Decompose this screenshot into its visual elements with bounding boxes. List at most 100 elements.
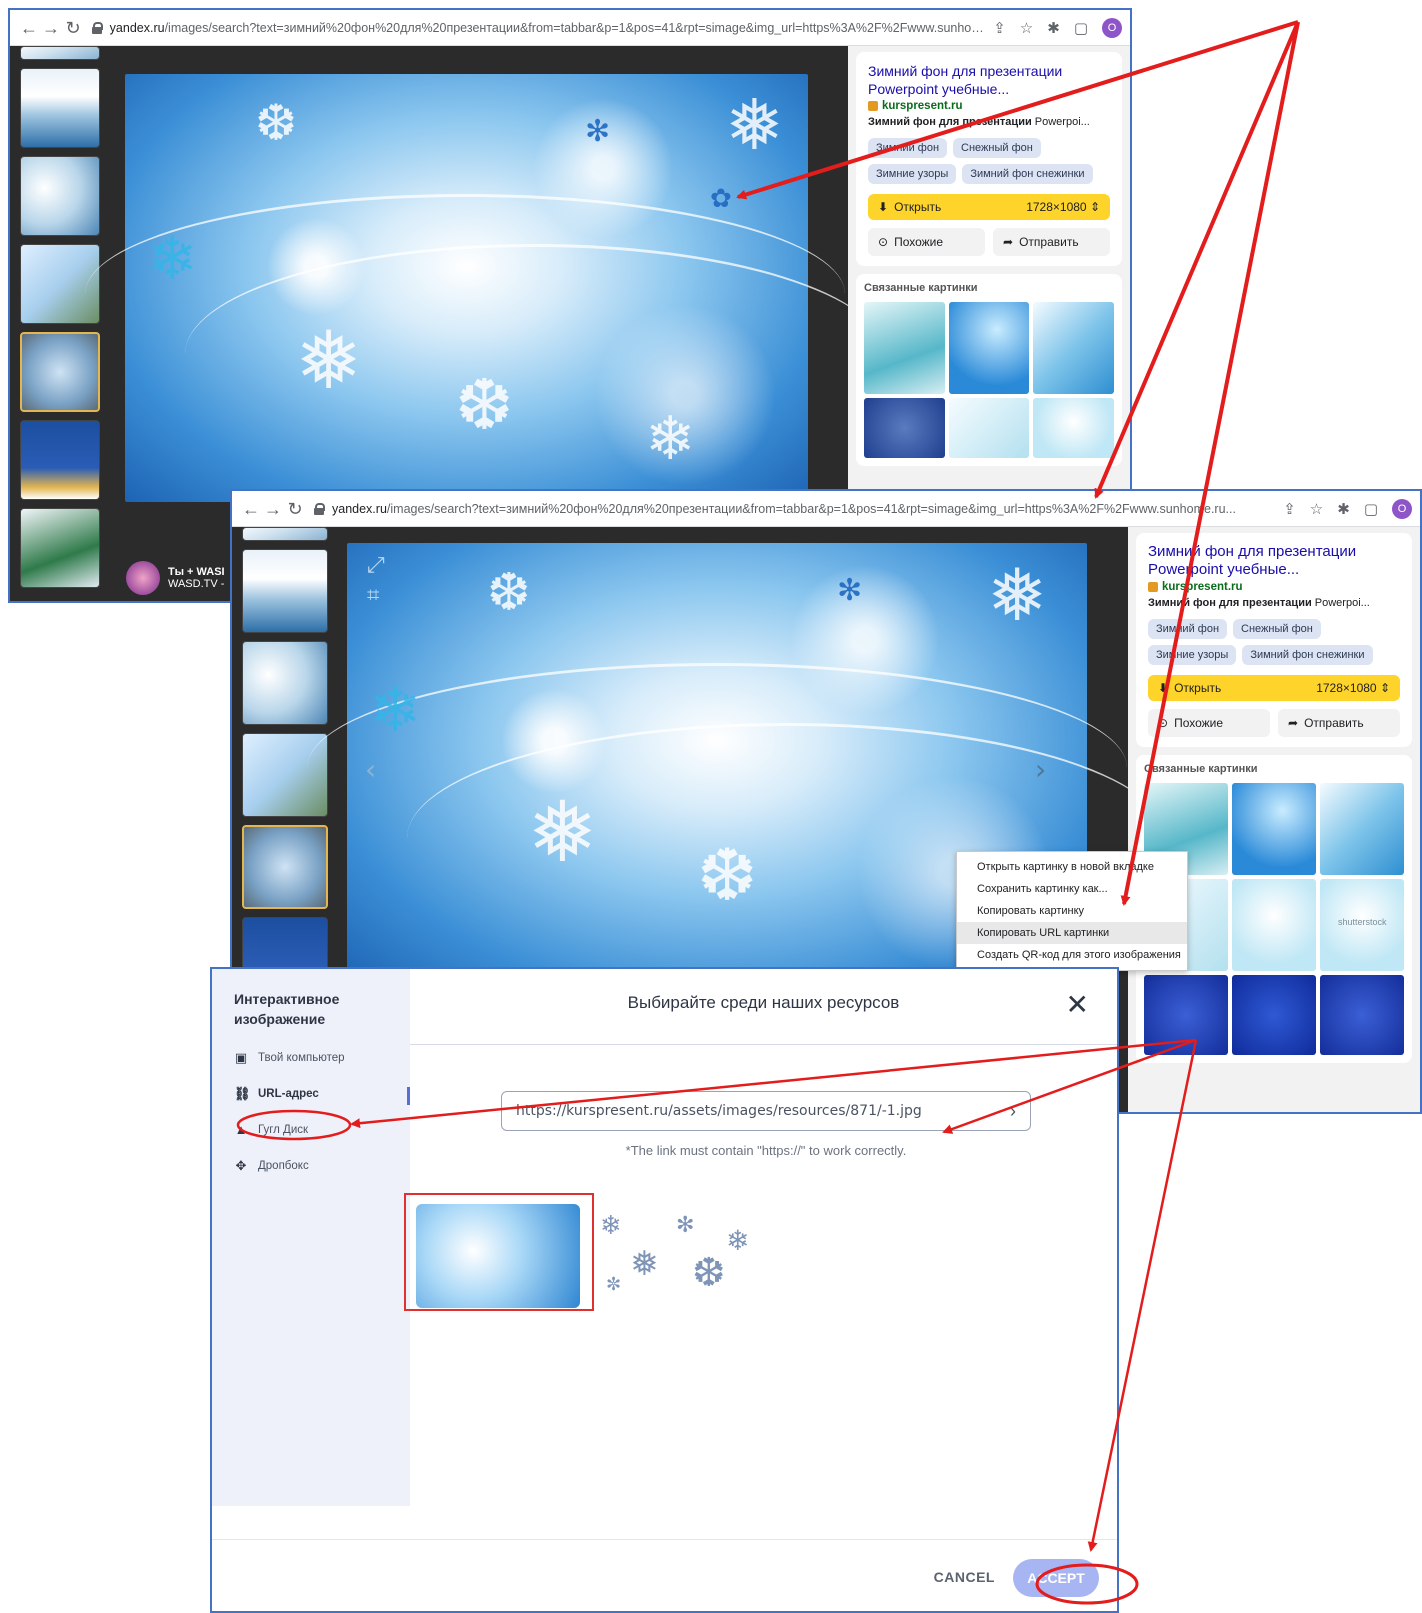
tag[interactable]: Зимний фон снежинки (962, 164, 1093, 184)
crop-icon[interactable]: ⌗ (367, 583, 379, 608)
thumbnail[interactable] (20, 508, 100, 588)
address-bar[interactable]: yandex.ru /images/search?text=зимний%20ф… (314, 502, 1275, 516)
back-icon[interactable]: ← (240, 500, 262, 518)
similar-label: Похожие (1174, 716, 1224, 730)
menu-item-save-image[interactable]: Сохранить картинку как... (957, 878, 1187, 900)
forward-icon[interactable]: → (262, 500, 284, 518)
tag-list: Зимний фон Снежный фон Зимние узоры Зимн… (1148, 619, 1400, 665)
forward-icon[interactable]: → (40, 19, 62, 37)
thumbnail[interactable] (242, 527, 328, 541)
sort-icon: ⇕ (1379, 681, 1390, 695)
tag[interactable]: Зимний фон снежинки (1242, 645, 1373, 665)
source-dropbox[interactable]: ✥ Дропбокс (234, 1159, 388, 1173)
related-image[interactable] (1033, 302, 1114, 394)
related-image[interactable] (1232, 783, 1316, 875)
tag[interactable]: Зимние узоры (868, 164, 957, 184)
source-google-drive[interactable]: ▲ Гугл Диск (234, 1123, 388, 1137)
resource-picker-dialog: Интерактивное изображение ▣ Твой компьюте… (210, 967, 1119, 1613)
tag[interactable]: Снежный фон (1233, 619, 1321, 639)
chevron-right-icon[interactable]: › (1010, 1101, 1016, 1122)
url-input[interactable] (516, 1103, 1010, 1119)
main-image[interactable]: ❄ ❅ ❆ ❄ ✻ ❅ ❆ ✿ (85, 74, 885, 502)
share-icon[interactable]: ⇪ (993, 19, 1006, 37)
source-url[interactable]: ⛓ URL-адрес (234, 1087, 388, 1101)
reload-icon[interactable]: ↻ (62, 19, 84, 37)
tag[interactable]: Снежный фон (953, 138, 1041, 158)
ad-banner[interactable]: Ты + WASI WASD.TV - (126, 561, 225, 595)
desc-bold: Зимний фон для презентации (1148, 597, 1312, 609)
star-icon[interactable]: ☆ (1020, 19, 1033, 37)
related-image[interactable] (1232, 879, 1316, 971)
related-image[interactable] (1232, 975, 1316, 1055)
extensions-icon[interactable]: ✱ (1337, 500, 1350, 518)
related-image[interactable] (948, 302, 1030, 394)
download-icon: ⬇ (1158, 681, 1169, 695)
size-select[interactable]: 1728×1080 (1026, 200, 1086, 214)
result-title[interactable]: Зимний фон для презентации Powerpoint уч… (1148, 543, 1400, 579)
ad-line2: WASD.TV - (168, 578, 225, 590)
open-label: Открыть (894, 200, 942, 214)
accept-button[interactable]: ACCEPT (1013, 1559, 1099, 1597)
menu-item-create-qr[interactable]: Создать QR-код для этого изображения (957, 944, 1187, 966)
related-image[interactable] (948, 398, 1030, 458)
extensions-icon[interactable]: ✱ (1047, 19, 1060, 37)
prev-arrow-icon[interactable]: ‹ (365, 753, 376, 786)
back-icon[interactable]: ← (18, 19, 40, 37)
profile-avatar[interactable]: O (1392, 498, 1412, 519)
dialog-title: Выбирайте среди наших ресурсов (627, 993, 900, 1012)
share-icon[interactable]: ⇪ (1283, 500, 1296, 518)
menu-item-copy-image-url[interactable]: Копировать URL картинки (957, 922, 1187, 944)
source-label: Гугл Диск (258, 1124, 309, 1136)
tag[interactable]: Зимние узоры (1148, 645, 1237, 665)
reload-icon[interactable]: ↻ (284, 500, 306, 518)
open-button[interactable]: ⬇ Открыть 1728×1080 ⇕ (1148, 675, 1400, 701)
send-label: Отправить (1019, 235, 1079, 249)
address-bar[interactable]: yandex.ru /images/search?text=зимний%20ф… (92, 21, 985, 35)
result-site[interactable]: kurspresent.ru (868, 100, 1110, 112)
source-computer[interactable]: ▣ Твой компьютер (234, 1051, 388, 1065)
related-image[interactable] (1033, 398, 1114, 458)
next-arrow-icon[interactable]: › (1035, 753, 1046, 786)
thumbnail-strip (10, 46, 110, 601)
thumbnail[interactable] (242, 641, 328, 725)
thumbnail-selected[interactable] (242, 825, 328, 909)
close-icon[interactable]: ✕ (1066, 991, 1089, 1019)
send-button[interactable]: ➦ Отправить (1278, 709, 1400, 737)
thumbnail[interactable] (242, 549, 328, 633)
thumbnail[interactable] (20, 46, 100, 60)
related-image[interactable] (1320, 975, 1404, 1055)
thumbnail[interactable] (20, 68, 100, 148)
url-field[interactable]: › (501, 1091, 1031, 1131)
related-image[interactable] (1144, 975, 1228, 1055)
thumbnail[interactable] (20, 156, 100, 236)
result-title[interactable]: Зимний фон для презентации Powerpoint уч… (868, 62, 1110, 98)
thumbnail[interactable] (20, 420, 100, 500)
tag[interactable]: Зимний фон (868, 138, 948, 158)
star-icon[interactable]: ☆ (1310, 500, 1323, 518)
expand-icon[interactable]: ⤢ (367, 553, 385, 578)
related-image[interactable] (864, 302, 945, 394)
similar-button[interactable]: ⊙ Похожие (1148, 709, 1270, 737)
side-panel-icon[interactable]: ▢ (1074, 19, 1088, 37)
size-select[interactable]: 1728×1080 (1316, 681, 1376, 695)
thumbnail-selected[interactable] (20, 332, 100, 412)
dialog-header: Выбирайте среди наших ресурсов ✕ (410, 969, 1117, 1045)
url-hint: *The link must contain "https://" to wor… (625, 1143, 907, 1158)
ad-line1: Ты + WASI (168, 566, 225, 578)
result-site[interactable]: kurspresent.ru (1148, 581, 1400, 593)
related-image[interactable] (1320, 783, 1404, 875)
open-button[interactable]: ⬇ Открыть 1728×1080 ⇕ (868, 194, 1110, 220)
source-label: Твой компьютер (258, 1052, 345, 1064)
related-image[interactable]: shutterstock (1320, 879, 1404, 971)
tag[interactable]: Зимний фон (1148, 619, 1228, 639)
resource-thumbnail[interactable]: ❄ ❅ ✻ ❆ ❄ ✼ (596, 1204, 760, 1308)
menu-item-copy-image[interactable]: Копировать картинку (957, 900, 1187, 922)
menu-item-open-new-tab[interactable]: Открыть картинку в новой вкладке (957, 856, 1187, 878)
send-button[interactable]: ➦ Отправить (993, 228, 1110, 256)
browser-toolbar: ← → ↻ yandex.ru /images/search?text=зимн… (232, 491, 1420, 527)
similar-button[interactable]: ⊙ Похожие (868, 228, 985, 256)
related-image[interactable] (864, 398, 945, 458)
profile-avatar[interactable]: O (1102, 17, 1122, 38)
side-panel-icon[interactable]: ▢ (1364, 500, 1378, 518)
cancel-button[interactable]: CANCEL (934, 1569, 995, 1585)
